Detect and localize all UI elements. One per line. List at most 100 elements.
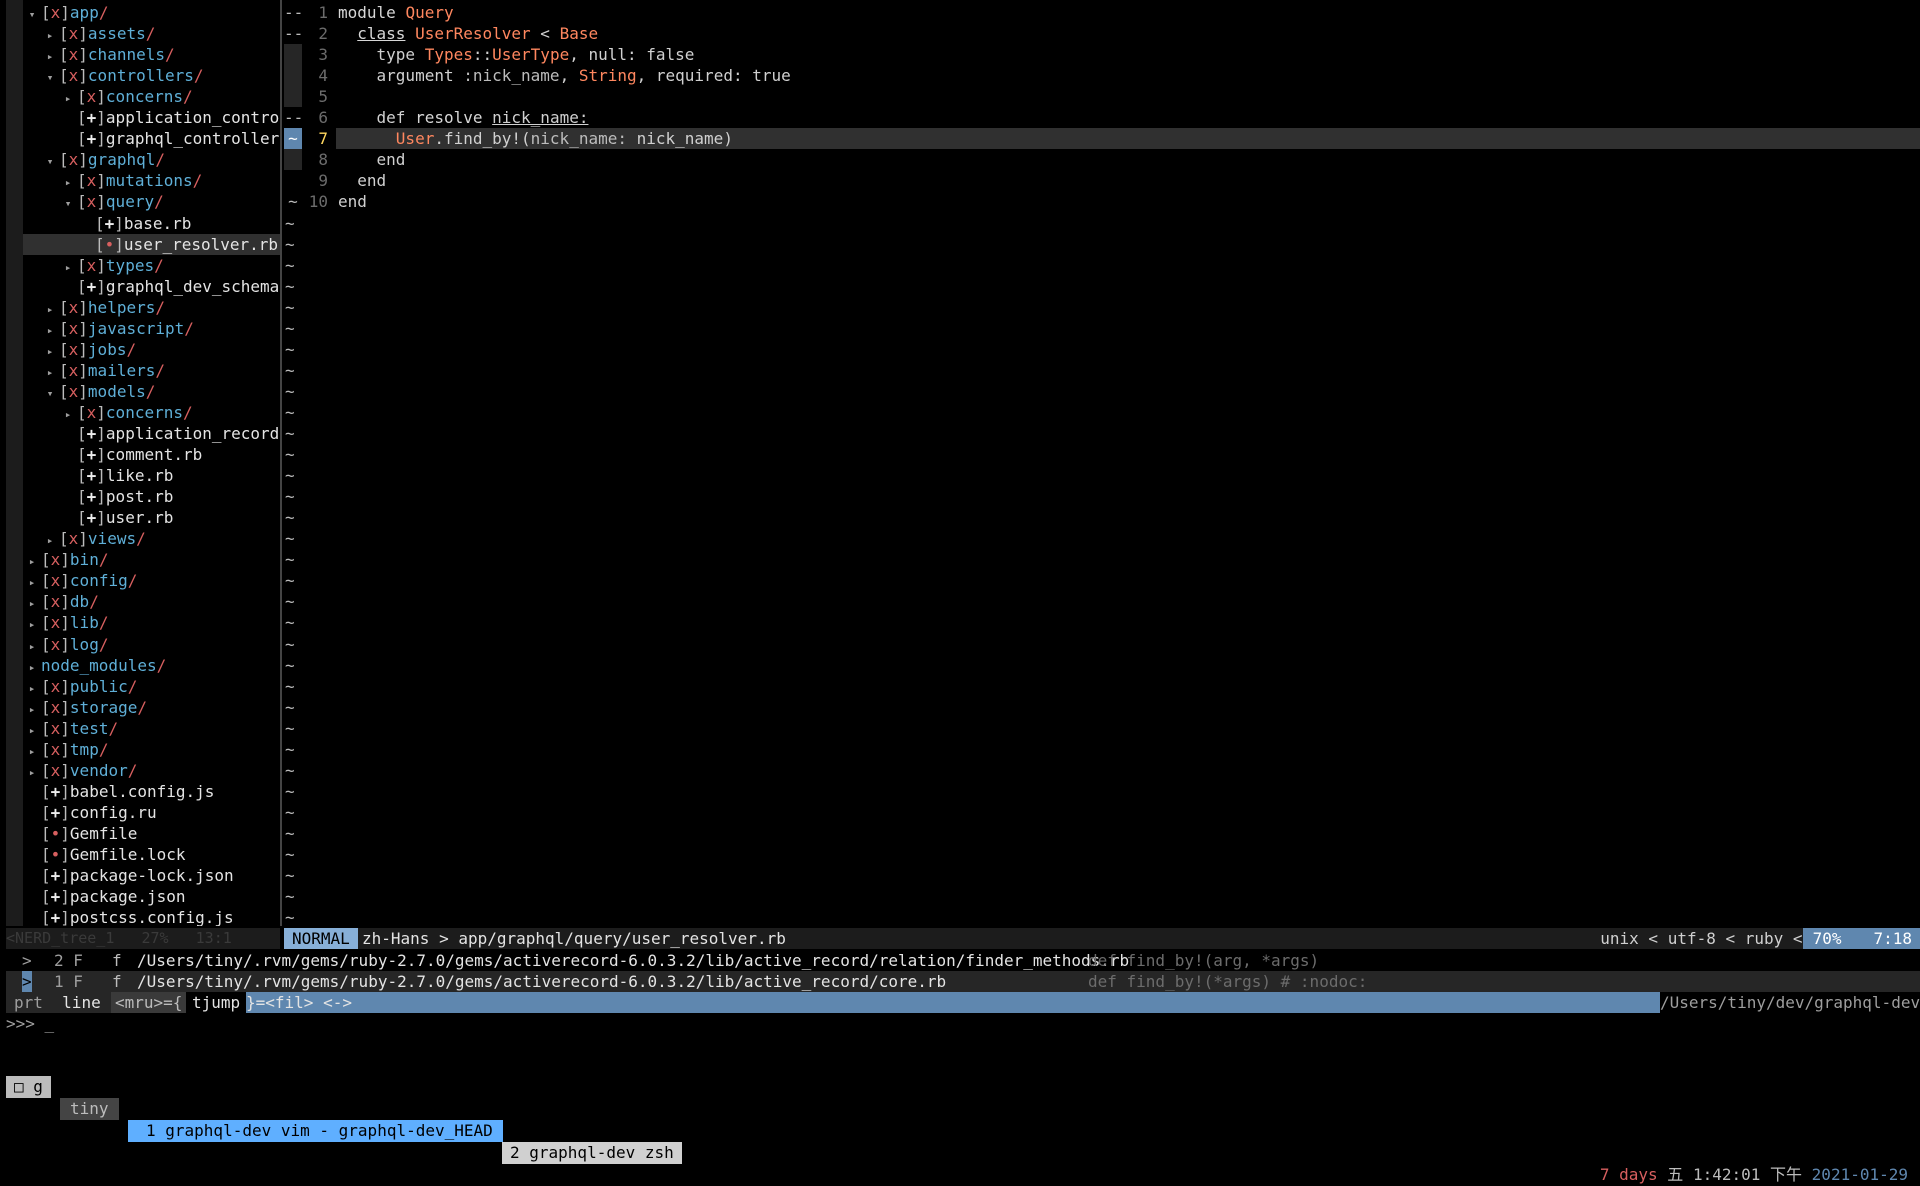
tree-dir-item[interactable]: ▸ [x]vendor/ [23, 760, 138, 783]
mode-mru[interactable]: <mru>={ [111, 992, 187, 1013]
tree-file-item[interactable]: [+]package.json [23, 886, 186, 907]
vertical-split[interactable] [280, 0, 282, 926]
tree-item-label: tmp [69, 739, 99, 759]
tree-dir-item[interactable]: ▸ [x]lib/ [23, 612, 109, 635]
collapsed-arrow-icon[interactable]: ▸ [59, 257, 77, 278]
expanded-arrow-icon[interactable]: ▾ [41, 151, 59, 172]
tree-dir-item[interactable]: ▾ [x]models/ [23, 381, 156, 404]
tree-dir-item[interactable]: ▾ [x]app/ [23, 2, 109, 25]
tree-dir-item[interactable]: ▸ [x]mutations/ [23, 170, 203, 193]
collapsed-arrow-icon[interactable]: ▸ [59, 172, 77, 193]
tree-file-item[interactable]: [+]application_record. [23, 423, 281, 444]
tree-dir-item[interactable]: ▸ node_modules/ [23, 655, 167, 678]
tree-file-item[interactable]: [+]post.rb [23, 486, 173, 507]
tree-dir-item[interactable]: ▸ [x]mailers/ [23, 360, 165, 381]
collapsed-arrow-icon[interactable]: ▸ [23, 614, 41, 635]
collapsed-arrow-icon[interactable]: ▸ [41, 299, 59, 320]
tree-dir-item[interactable]: ▸ [x]helpers/ [23, 297, 165, 318]
tree-dir-item[interactable]: ▸ [x]assets/ [23, 23, 156, 46]
collapsed-arrow-icon[interactable]: ▸ [41, 530, 59, 551]
tree-item-label: vendor [69, 760, 128, 780]
tree-dir-item[interactable]: ▸ [x]jobs/ [23, 339, 136, 360]
tree-dir-item[interactable]: ▾ [x]query/ [23, 191, 164, 212]
collapsed-arrow-icon[interactable]: ▸ [41, 320, 59, 341]
ctrlp-result-row[interactable]: >1 F f/Users/tiny/.rvm/gems/ruby-2.7.0/ge… [6, 971, 1920, 992]
line-number: 10 [308, 192, 328, 212]
tree-dir-item[interactable]: ▸ [x]bin/ [23, 549, 109, 572]
expanded-arrow-icon[interactable]: ▾ [23, 4, 41, 25]
ctrlp-input[interactable]: >>> _ [6, 1014, 54, 1033]
tree-file-item[interactable]: [+]user.rb [23, 507, 173, 528]
code-line[interactable]: class UserResolver < Base [338, 23, 598, 44]
tree-dir-item[interactable]: ▸ [x]types/ [23, 255, 164, 276]
tree-file-item[interactable]: [+]package-lock.json [23, 865, 234, 886]
tree-dir-item[interactable]: ▸ [x]test/ [23, 718, 118, 739]
collapsed-arrow-icon[interactable]: ▸ [41, 25, 59, 46]
tree-item-label: node_modules [41, 655, 157, 675]
nerdtree-panel[interactable]: ▾ [x]app/▸ [x]assets/▸ [x]channels/▾ [x]cont… [23, 0, 281, 926]
collapsed-arrow-icon[interactable]: ▸ [59, 88, 77, 109]
expanded-arrow-icon[interactable]: ▾ [41, 383, 59, 404]
collapsed-arrow-icon[interactable]: ▸ [23, 741, 41, 762]
expanded-arrow-icon[interactable]: ▾ [41, 67, 59, 88]
tmux-window-1[interactable]: 1 graphql-dev vim - graphql-dev_HEAD [128, 1120, 503, 1142]
mode-tjump[interactable]: tjump [186, 992, 247, 1013]
code-line[interactable]: end [338, 191, 367, 212]
line-number: 3 [318, 45, 328, 65]
tree-file-item[interactable]: [•]Gemfile [23, 823, 137, 844]
tree-file-item[interactable]: [+]graphql_dev_schema. [23, 276, 281, 297]
tree-file-item[interactable]: [+]like.rb [23, 465, 173, 486]
code-line[interactable]: User.find_by!(nick_name: nick_name) [338, 128, 733, 149]
tree-dir-item[interactable]: ▾ [x]graphql/ [23, 149, 165, 170]
tree-dir-item[interactable]: ▸ [x]concerns/ [23, 402, 193, 423]
mode-fil[interactable]: }=<fil> <-> [246, 992, 352, 1013]
collapsed-arrow-icon[interactable]: ▸ [23, 762, 41, 783]
tree-file-item[interactable]: [•]user_resolver.rb [23, 233, 281, 255]
tree-dir-item[interactable]: ▸ [x]log/ [23, 634, 109, 657]
collapsed-arrow-icon[interactable]: ▸ [23, 678, 41, 699]
tree-dir-item[interactable]: ▸ [x]public/ [23, 676, 138, 699]
file-path: zh-Hans > app/graphql/query/user_resolve… [362, 929, 786, 948]
collapsed-arrow-icon[interactable]: ▸ [23, 657, 41, 678]
tree-dir-item[interactable]: ▸ [x]storage/ [23, 697, 147, 718]
code-line[interactable]: module Query [338, 2, 454, 23]
tree-item-label: postcss.config.js [69, 908, 234, 926]
tree-dir-item[interactable]: ▸ [x]config/ [23, 570, 138, 593]
tree-dir-item[interactable]: ▸ [x]db/ [23, 591, 99, 612]
collapsed-arrow-icon[interactable]: ▸ [23, 699, 41, 720]
tmux-window-2[interactable]: 2 graphql-dev zsh [502, 1142, 682, 1164]
tree-dir-item[interactable]: ▸ [x]views/ [23, 528, 146, 549]
tree-file-item[interactable]: [+]config.ru [23, 802, 157, 823]
collapsed-arrow-icon[interactable]: ▸ [23, 572, 41, 593]
code-line[interactable]: type Types::UserType, null: false [338, 44, 695, 65]
collapsed-arrow-icon[interactable]: ▸ [41, 341, 59, 362]
code-line[interactable]: end [338, 149, 406, 170]
tree-dir-item[interactable]: ▸ [x]concerns/ [23, 86, 193, 107]
ctrlp-result-row[interactable]: >2 F f/Users/tiny/.rvm/gems/ruby-2.7.0/ge… [6, 950, 1920, 971]
collapsed-arrow-icon[interactable]: ▸ [41, 362, 59, 383]
tree-file-item[interactable]: [+]application_control [23, 107, 281, 128]
collapsed-arrow-icon[interactable]: ▸ [23, 720, 41, 741]
tree-dir-item[interactable]: ▾ [x]controllers/ [23, 65, 204, 86]
tree-file-item[interactable]: [+]graphql_controller. [23, 128, 281, 149]
code-line[interactable]: end [338, 170, 386, 191]
tree-file-item[interactable]: [+]babel.config.js [23, 781, 214, 802]
empty-line-tilde: ~ [285, 255, 295, 275]
code-line[interactable]: def resolve nick_name: [338, 107, 589, 128]
tmux-session[interactable]: □ g [6, 1076, 51, 1098]
tree-dir-item[interactable]: ▸ [x]channels/ [23, 44, 175, 65]
collapsed-arrow-icon[interactable]: ▸ [59, 404, 77, 425]
tree-file-item[interactable]: [+]comment.rb [23, 444, 202, 465]
collapsed-arrow-icon[interactable]: ▸ [23, 593, 41, 614]
tree-file-item[interactable]: [•]Gemfile.lock [23, 844, 186, 865]
code-line[interactable]: argument :nick_name, String, required: t… [338, 65, 791, 86]
tree-dir-item[interactable]: ▸ [x]tmp/ [23, 739, 109, 762]
tree-file-item[interactable]: [+]postcss.config.js [23, 907, 234, 926]
collapsed-arrow-icon[interactable]: ▸ [23, 551, 41, 572]
tree-dir-item[interactable]: ▸ [x]javascript/ [23, 318, 194, 339]
collapsed-arrow-icon[interactable]: ▸ [23, 636, 41, 657]
tree-item-label: models [87, 381, 146, 401]
collapsed-arrow-icon[interactable]: ▸ [41, 46, 59, 67]
tree-file-item[interactable]: [+]base.rb [23, 213, 191, 234]
expanded-arrow-icon[interactable]: ▾ [59, 193, 77, 214]
